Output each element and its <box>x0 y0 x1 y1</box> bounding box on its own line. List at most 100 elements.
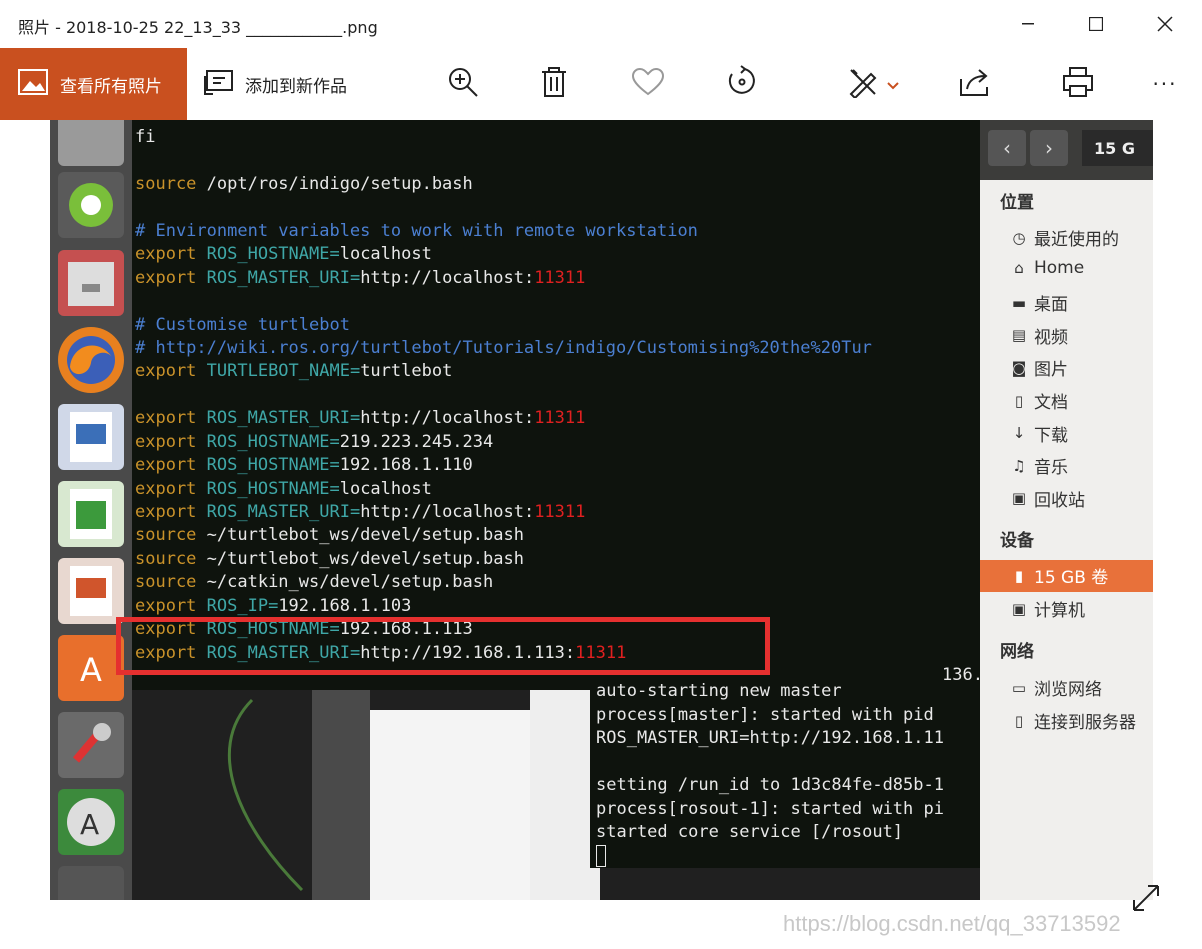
sidebar-item-label: 回收站 <box>1034 490 1085 511</box>
sidebar-item[interactable]: ▣ 回收站 <box>1010 486 1085 511</box>
code-token: ROS_HOSTNAME= <box>206 478 340 499</box>
printer-icon <box>1062 66 1094 102</box>
fullscreen-icon[interactable] <box>1130 882 1162 918</box>
file-manager: ‹ › 15 G 位置 ◷ 最近使用的 ⌂ Home ▬ 桌面 ▤ 视频 ◙ 图片 ▯ 文档 ↓ 下载 ♫ 音… <box>980 120 1153 900</box>
add-to-creation-button[interactable]: 添加到新作品 <box>203 48 363 120</box>
print-button[interactable] <box>1055 48 1101 120</box>
sidebar-item-label: 下载 <box>1034 425 1068 446</box>
sidebar-item[interactable]: ▣ 计算机 <box>1010 596 1085 622</box>
edit-button[interactable] <box>838 48 908 120</box>
dash-icon <box>58 120 124 166</box>
sidebar-item[interactable]: ▮ 15 GB 卷 <box>1010 563 1109 589</box>
code-token: export <box>135 478 207 499</box>
code-token: export <box>135 595 207 616</box>
sidebar-item-label: 15 GB 卷 <box>1034 568 1109 588</box>
sidebar-item-label: 计算机 <box>1034 601 1085 621</box>
sidebar-item[interactable]: ▯ 连接到服务器 <box>1010 708 1136 734</box>
delete-button[interactable] <box>531 48 577 120</box>
code-token: localhost <box>339 244 432 265</box>
sidebar-item[interactable]: ♫ 音乐 <box>1010 453 1068 479</box>
title-bar: 照片 - 2018-10-25 22_13_33 ____________.pn… <box>0 0 1202 48</box>
devices-heading: 设备 <box>1000 531 1034 551</box>
forward-button[interactable]: › <box>1030 130 1068 166</box>
code-token: 11311 <box>534 408 586 429</box>
back-button[interactable]: ‹ <box>988 130 1026 166</box>
files-icon <box>58 250 124 316</box>
code-line: export TURTLEBOT_NAME=turtlebot <box>135 360 872 383</box>
sidebar-item[interactable]: ▯ 文档 <box>1010 388 1068 414</box>
code-token: http://localhost: <box>360 408 535 429</box>
code-token: 219.223.245.234 <box>339 431 494 452</box>
code-line: # Customise turtlebot <box>135 314 872 337</box>
code-token: export <box>135 431 207 452</box>
sidebar-item-label: 桌面 <box>1034 295 1068 316</box>
share-button[interactable] <box>953 48 999 120</box>
sidebar-item[interactable]: ◷ 最近使用的 <box>1010 225 1119 251</box>
code-token: ROS_MASTER_URI= <box>206 408 361 429</box>
sidebar-item-label: 音乐 <box>1034 458 1068 479</box>
view-all-photos-button[interactable]: 查看所有照片 <box>0 48 187 120</box>
download-icon: ↓ <box>1012 424 1026 443</box>
sidebar-item-label: 图片 <box>1034 360 1068 381</box>
terminal-line: process[rosout-1]: started with pi <box>596 798 944 819</box>
code-line: # Environment variables to work with rem… <box>135 220 872 243</box>
code-token: localhost <box>339 478 432 499</box>
code-line: export ROS_HOSTNAME=localhost <box>135 478 872 501</box>
code-token: # http://wiki.ros.org/turtlebot/Tutorial… <box>135 337 872 358</box>
more-options-button[interactable]: ··· <box>1142 48 1188 120</box>
code-token: ~/turtlebot_ws/devel/setup.bash <box>206 548 524 569</box>
bashrc-code: fi source /opt/ros/indigo/setup.bash # Env… <box>135 126 872 665</box>
close-button[interactable] <box>1142 0 1188 48</box>
maximize-button[interactable] <box>1073 0 1119 48</box>
computer-icon: ▣ <box>1011 599 1027 618</box>
edit-draw-icon <box>847 66 881 102</box>
sidebar-item[interactable]: ◙ 图片 <box>1010 355 1068 381</box>
code-token: ROS_HOSTNAME= <box>206 431 340 452</box>
code-token: export <box>135 408 207 429</box>
add-to-label: 添加到新作品 <box>245 76 347 97</box>
chevron-down-icon <box>887 75 899 94</box>
code-token: ~/turtlebot_ws/devel/setup.bash <box>206 525 524 546</box>
settings-icon <box>58 712 124 778</box>
vim-editor[interactable]: fi source /opt/ros/indigo/setup.bash # Env… <box>132 120 993 690</box>
view-all-label: 查看所有照片 <box>60 76 162 97</box>
image-viewer: A A fi source /opt/ros/indigo/setup.bash #… <box>0 120 1202 949</box>
impress-icon <box>58 558 124 624</box>
highlight-box <box>116 617 770 675</box>
terminal-line: ROS_MASTER_URI=http://192.168.1.11 <box>596 728 944 748</box>
code-token: 192.168.1.103 <box>278 595 412 616</box>
window-title: 照片 - 2018-10-25 22_13_33 ____________.pn… <box>18 18 378 37</box>
usb-drive-icon: ▮ <box>1014 566 1024 585</box>
sidebar-item[interactable]: ⌂ Home <box>1010 258 1084 278</box>
system-icon <box>58 172 124 238</box>
watermark-text: https://blog.csdn.net/qq_33713592 <box>783 911 1121 936</box>
sidebar-item[interactable]: ▤ 视频 <box>1010 323 1068 348</box>
code-token: ROS_HOSTNAME= <box>206 244 340 265</box>
code-token: turtlebot <box>360 361 453 382</box>
volume-tab[interactable]: 15 G <box>1082 130 1153 166</box>
rotate-button[interactable] <box>718 48 764 120</box>
roscore-terminal[interactable]: auto-starting new master process[master]:… <box>590 680 980 868</box>
sidebar-item[interactable]: ↓ 下载 <box>1010 421 1068 446</box>
code-token: ~/catkin_ws/devel/setup.bash <box>206 572 494 593</box>
code-line: export ROS_MASTER_URI=http://localhost:1… <box>135 267 872 290</box>
share-icon <box>959 67 993 101</box>
network-heading: 网络 <box>1000 642 1034 662</box>
document-icon: ▯ <box>1014 391 1024 410</box>
code-token: export <box>135 455 207 476</box>
code-token: /opt/ros/indigo/setup.bash <box>206 173 473 194</box>
code-line: export ROS_HOSTNAME=localhost <box>135 243 872 266</box>
code-token: source <box>135 173 207 194</box>
code-line: source ~/catkin_ws/devel/setup.bash <box>135 571 872 594</box>
minimize-button[interactable] <box>1005 0 1051 48</box>
favorite-button[interactable] <box>625 48 671 120</box>
code-line: export ROS_HOSTNAME=219.223.245.234 <box>135 431 872 454</box>
sidebar-item[interactable]: ▬ 桌面 <box>1010 290 1068 316</box>
sidebar-item-label: Home <box>1034 257 1085 278</box>
sidebar-item[interactable]: ▭ 浏览网络 <box>1010 675 1102 701</box>
code-line: source ~/turtlebot_ws/devel/setup.bash <box>135 524 872 547</box>
zoom-button[interactable] <box>440 48 486 120</box>
code-token: http://localhost: <box>360 267 535 288</box>
